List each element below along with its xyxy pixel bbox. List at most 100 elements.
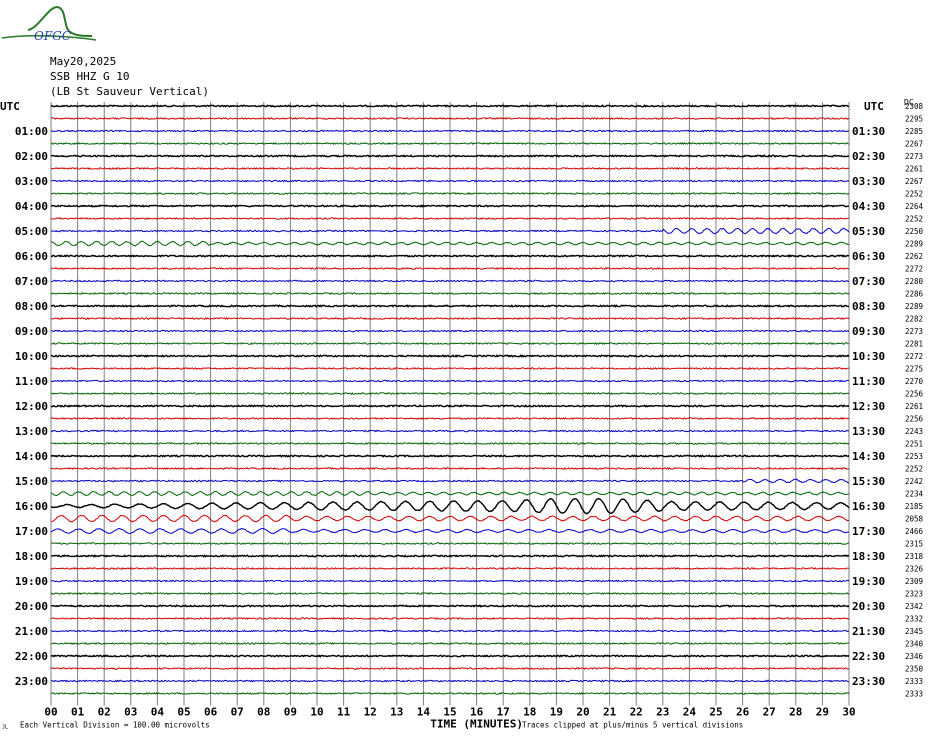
left-hour-label: 06:00 bbox=[15, 250, 48, 263]
dc-offset-label: 2308 bbox=[905, 102, 924, 111]
x-tick-label: 07 bbox=[231, 706, 244, 719]
right-hour-label: 19:30 bbox=[852, 575, 885, 588]
grid-lines bbox=[50, 102, 850, 706]
seismic-trace bbox=[50, 554, 850, 558]
dc-offset-label: 2261 bbox=[905, 165, 923, 174]
left-hour-label: 12:00 bbox=[15, 400, 48, 413]
right-hour-label: 03:30 bbox=[852, 175, 885, 188]
right-hour-label: 17:30 bbox=[852, 525, 885, 538]
footer-scale-note: Each Vertical Division = 100.00 microvol… bbox=[20, 721, 210, 730]
left-hour-label: 07:00 bbox=[15, 275, 48, 288]
dc-offset-label: 2262 bbox=[905, 252, 923, 261]
dc-offset-label: 2315 bbox=[905, 540, 923, 549]
left-hour-label: 20:00 bbox=[15, 600, 48, 613]
x-tick-label: 05 bbox=[177, 706, 190, 719]
x-tick-label: 06 bbox=[204, 706, 218, 719]
left-hour-label: 09:00 bbox=[15, 325, 48, 338]
dc-offset-label: 2289 bbox=[905, 240, 923, 249]
right-hour-label: 12:30 bbox=[852, 400, 885, 413]
dc-offset-label: 2309 bbox=[905, 577, 923, 586]
right-hour-label: 18:30 bbox=[852, 550, 885, 563]
dc-offset-label: 2256 bbox=[905, 390, 924, 399]
dc-offset-label: 2243 bbox=[905, 427, 923, 436]
dc-offset-label: 2286 bbox=[905, 290, 924, 299]
dc-offset-label: 2323 bbox=[905, 590, 923, 599]
right-hour-label: 13:30 bbox=[852, 425, 885, 438]
dc-offset-label: 2333 bbox=[905, 677, 923, 686]
right-hour-label: 15:30 bbox=[852, 475, 885, 488]
dc-offset-label: 2252 bbox=[905, 215, 923, 224]
dc-offset-label: 2280 bbox=[905, 277, 924, 286]
left-hour-label: 11:00 bbox=[15, 375, 48, 388]
x-tick-label: 08 bbox=[257, 706, 270, 719]
right-hour-label: 09:30 bbox=[852, 325, 885, 338]
x-tick-label: 22 bbox=[630, 706, 643, 719]
x-tick-label: 30 bbox=[842, 706, 855, 719]
x-tick-label: 27 bbox=[763, 706, 776, 719]
dc-offset-label: 2350 bbox=[905, 665, 924, 674]
x-tick-label: 04 bbox=[151, 706, 165, 719]
right-hour-label: 22:30 bbox=[852, 650, 885, 663]
seismic-trace bbox=[50, 254, 850, 258]
dc-offset-label: 2346 bbox=[905, 652, 924, 661]
left-hour-label: 17:00 bbox=[15, 525, 48, 538]
left-hour-label: 03:00 bbox=[15, 175, 48, 188]
right-hour-label: 04:30 bbox=[852, 200, 885, 213]
dc-offset-label: 2332 bbox=[905, 615, 923, 624]
right-hour-label: 14:30 bbox=[852, 450, 885, 463]
x-tick-label: 01 bbox=[71, 706, 85, 719]
x-tick-label: 21 bbox=[603, 706, 617, 719]
dc-offset-label: 2256 bbox=[905, 415, 924, 424]
left-hour-label: 10:00 bbox=[15, 350, 48, 363]
left-hour-label: 05:00 bbox=[15, 225, 48, 238]
dc-offset-label: 2318 bbox=[905, 552, 924, 561]
left-hour-label: 15:00 bbox=[15, 475, 48, 488]
dc-offset-label: 2273 bbox=[905, 327, 923, 336]
right-hour-label: 21:30 bbox=[852, 625, 885, 638]
dc-offset-label: 2282 bbox=[905, 315, 923, 324]
x-tick-label: 02 bbox=[98, 706, 111, 719]
left-hour-label: 08:00 bbox=[15, 300, 48, 313]
dc-offset-label: 2261 bbox=[905, 402, 923, 411]
x-tick-label: 09 bbox=[284, 706, 297, 719]
x-tick-label: 13 bbox=[390, 706, 403, 719]
dc-offset-label: 2345 bbox=[905, 627, 923, 636]
left-hour-label: 16:00 bbox=[15, 500, 48, 513]
seismic-trace bbox=[50, 541, 850, 545]
left-hour-label: 21:00 bbox=[15, 625, 48, 638]
dc-offset-label: 2252 bbox=[905, 465, 923, 474]
right-hour-label: 20:30 bbox=[852, 600, 885, 613]
x-tick-label: 11 bbox=[337, 706, 351, 719]
right-hour-label: 16:30 bbox=[852, 500, 885, 513]
left-hour-label: 23:00 bbox=[15, 675, 48, 688]
seismogram-chart: UTC UTC DC01:0002:0003:0004:0005:0006:0007… bbox=[0, 98, 924, 731]
dc-offset-label: 2272 bbox=[905, 352, 923, 361]
right-hour-label: 08:30 bbox=[852, 300, 885, 313]
left-hour-label: 04:00 bbox=[15, 200, 48, 213]
left-hour-label: 13:00 bbox=[15, 425, 48, 438]
x-tick-label: 20 bbox=[576, 706, 589, 719]
dc-offset-label: 2253 bbox=[905, 452, 923, 461]
seismic-trace bbox=[50, 104, 850, 108]
left-hour-label: 19:00 bbox=[15, 575, 48, 588]
dc-offset-label: 2281 bbox=[905, 340, 923, 349]
left-hour-label: 18:00 bbox=[15, 550, 48, 563]
x-tick-label: 19 bbox=[550, 706, 563, 719]
x-tick-label: 12 bbox=[364, 706, 377, 719]
right-axis-title: UTC bbox=[864, 100, 884, 113]
dc-offset-label: 2264 bbox=[905, 202, 924, 211]
dc-offset-label: 2273 bbox=[905, 152, 923, 161]
x-tick-label: 23 bbox=[656, 706, 669, 719]
dc-offset-label: 2058 bbox=[905, 515, 924, 524]
footer-corner-mark: JL bbox=[2, 725, 8, 731]
right-hour-label: 10:30 bbox=[852, 350, 885, 363]
x-tick-label: 29 bbox=[816, 706, 829, 719]
seismic-trace bbox=[50, 366, 850, 371]
right-hour-label: 07:30 bbox=[852, 275, 885, 288]
dc-offset-label: 2295 bbox=[905, 115, 923, 124]
right-hour-label: 11:30 bbox=[852, 375, 885, 388]
dc-offset-label: 2267 bbox=[905, 177, 923, 186]
x-tick-label: 25 bbox=[709, 706, 722, 719]
left-hour-label: 01:00 bbox=[15, 125, 48, 138]
dc-offset-label: 2267 bbox=[905, 140, 923, 149]
